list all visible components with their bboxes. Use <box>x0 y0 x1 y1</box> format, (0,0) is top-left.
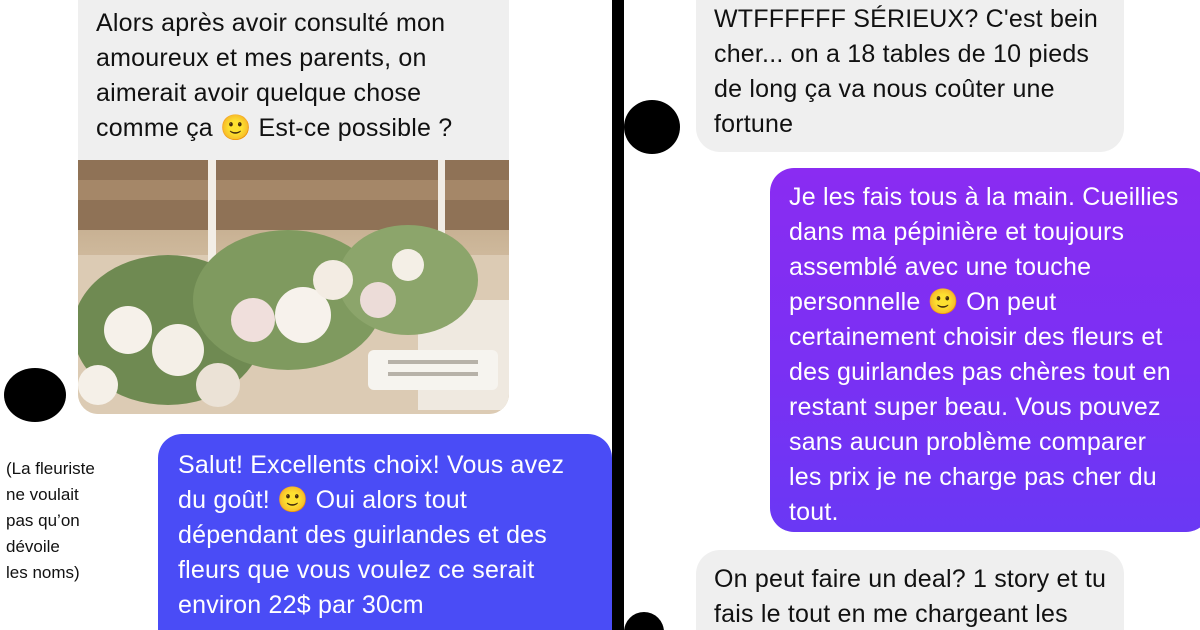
received-message-bubble: Alors après avoir consulté mon amoureux … <box>78 0 509 166</box>
received-message-bubble-2: On peut faire un deal? 1 story et tu fai… <box>696 550 1124 630</box>
sent-message-bubble: Salut! Excellents choix! Vous avez du go… <box>158 434 612 630</box>
received-message-bubble-1: WTFFFFFF SÉRIEUX? C'est bein cher... on … <box>696 0 1124 152</box>
redacted-avatar <box>624 100 680 154</box>
redaction-caption: (La fleuriste ne voulait pas qu’on dévoi… <box>6 459 95 582</box>
left-chat-panel: Alors après avoir consulté mon amoureux … <box>0 0 612 630</box>
floral-table-arrangement-photo[interactable] <box>78 160 509 414</box>
redacted-avatar <box>4 368 66 422</box>
right-chat-panel: WTFFFFFF SÉRIEUX? C'est bein cher... on … <box>624 0 1200 630</box>
sent-message-bubble: Je les fais tous à la main. Cueillies da… <box>770 168 1200 532</box>
panel-divider <box>612 0 624 630</box>
redacted-avatar <box>624 612 664 630</box>
photo-illustration <box>78 160 509 414</box>
